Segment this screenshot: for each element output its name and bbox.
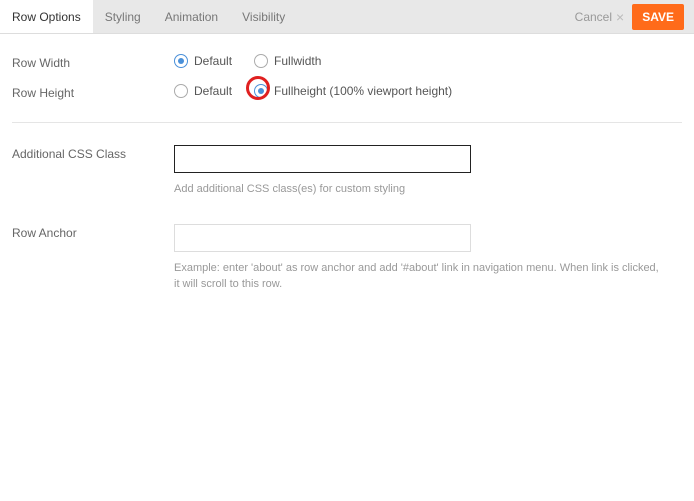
row-width-label: Row Width bbox=[12, 54, 174, 70]
save-button[interactable]: SAVE bbox=[632, 4, 684, 30]
row-height-fullheight-label[interactable]: Fullheight (100% viewport height) bbox=[274, 84, 452, 98]
row-anchor-input[interactable] bbox=[174, 224, 471, 252]
row-anchor-label: Row Anchor bbox=[12, 224, 174, 240]
tab-row-options[interactable]: Row Options bbox=[0, 0, 93, 33]
tab-animation[interactable]: Animation bbox=[153, 0, 230, 33]
row-width-fullwidth-label[interactable]: Fullwidth bbox=[274, 54, 321, 68]
tab-styling[interactable]: Styling bbox=[93, 0, 153, 33]
tab-visibility[interactable]: Visibility bbox=[230, 0, 297, 33]
content: Row Width Default Fullwidth Row Height D… bbox=[0, 34, 694, 339]
css-class-help: Add additional CSS class(es) for custom … bbox=[174, 181, 682, 198]
row-height-default-label[interactable]: Default bbox=[194, 84, 232, 98]
row-width-radios: Default Fullwidth bbox=[174, 54, 682, 68]
css-class-input[interactable] bbox=[174, 145, 471, 173]
tabs: Row Options Styling Animation Visibility bbox=[0, 0, 297, 33]
field-row-height: Row Height Default Fullheight (100% view… bbox=[12, 84, 682, 100]
row-width-default-label[interactable]: Default bbox=[194, 54, 232, 68]
row-height-default-radio[interactable] bbox=[174, 84, 188, 98]
header-actions: Cancel × SAVE bbox=[575, 4, 694, 30]
row-width-fullwidth-radio[interactable] bbox=[254, 54, 268, 68]
close-icon: × bbox=[616, 9, 624, 25]
field-css-class: Additional CSS Class Add additional CSS … bbox=[12, 145, 682, 198]
row-anchor-help: Example: enter 'about' as row anchor and… bbox=[174, 260, 664, 293]
css-class-label: Additional CSS Class bbox=[12, 145, 174, 161]
row-height-radios: Default Fullheight (100% viewport height… bbox=[174, 84, 682, 98]
cancel-label: Cancel bbox=[575, 10, 612, 24]
row-height-fullheight-radio[interactable] bbox=[254, 84, 268, 98]
divider bbox=[12, 122, 682, 123]
field-row-anchor: Row Anchor Example: enter 'about' as row… bbox=[12, 224, 682, 293]
cancel-button[interactable]: Cancel × bbox=[575, 9, 625, 25]
header: Row Options Styling Animation Visibility… bbox=[0, 0, 694, 34]
row-height-label: Row Height bbox=[12, 84, 174, 100]
row-width-default-radio[interactable] bbox=[174, 54, 188, 68]
field-row-width: Row Width Default Fullwidth bbox=[12, 54, 682, 70]
